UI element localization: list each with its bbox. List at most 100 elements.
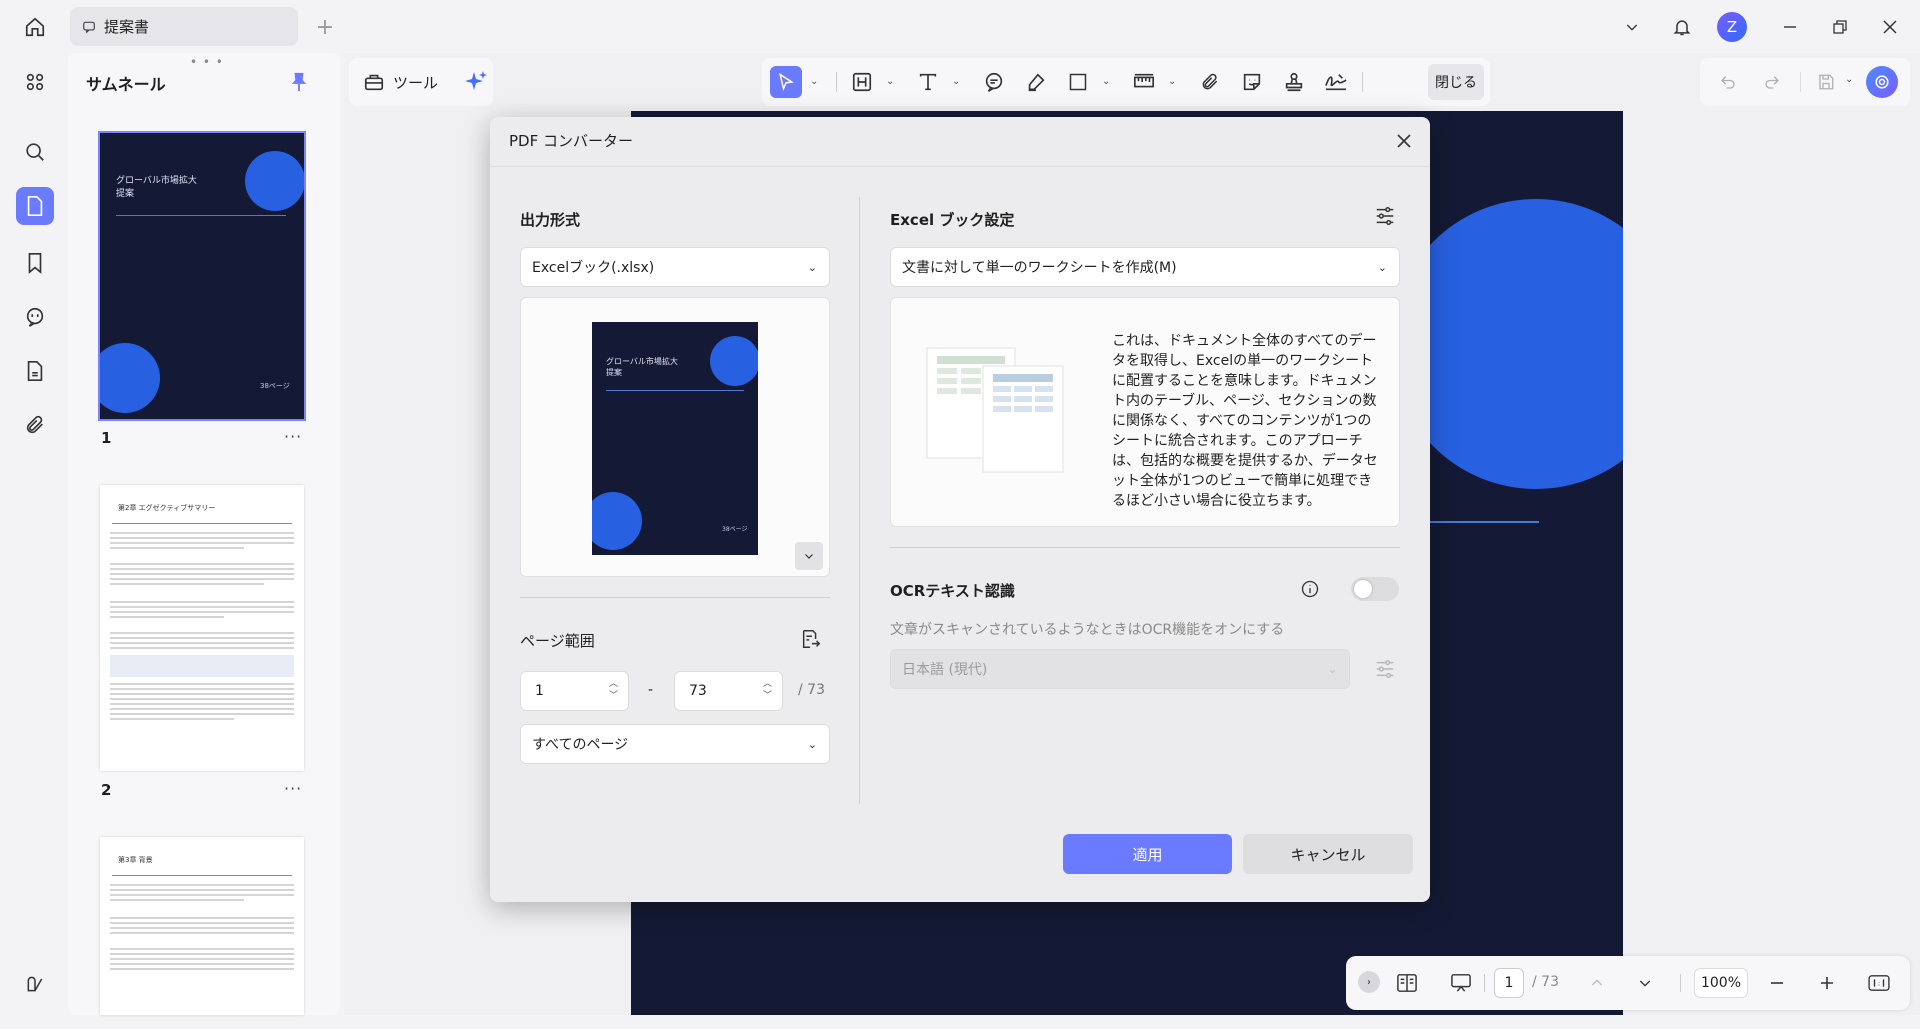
new-tab-button[interactable]: + [310,12,340,42]
heading-tool[interactable] [846,66,878,98]
notifications-button[interactable] [1660,5,1704,49]
pin-button[interactable] [284,67,314,97]
save-icon [1819,74,1834,90]
thumbnail-more-button[interactable]: ··· [284,779,302,798]
thumbnail-more-button[interactable]: ··· [284,427,302,446]
ai-button[interactable] [462,68,490,96]
ocr-settings-button[interactable] [1370,654,1400,684]
stamp-icon [1285,72,1303,92]
page-range-options-button[interactable] [796,624,826,654]
actual-size-icon [1868,975,1890,991]
thumbnail-page-3[interactable]: 第3章 背景 [100,837,304,1015]
paperclip-icon [1202,73,1218,90]
dropdown-button[interactable] [1610,5,1654,49]
page-subset-select[interactable]: すべてのページ ⌄ [520,724,830,764]
stepper-arrows[interactable]: ︿ ﹀ [609,678,618,702]
thumb-rule [116,215,286,216]
redo-button[interactable] [1758,68,1786,96]
minus-icon [1771,982,1783,984]
pin-icon [291,72,307,92]
save-button[interactable] [1812,68,1840,96]
output-format-label: 出力形式 [520,211,581,229]
excel-settings-label: Excel ブック設定 [890,211,1015,229]
zoom-in-button[interactable] [1814,968,1840,998]
minimize-button[interactable] [1768,5,1812,49]
bookmarks-button[interactable] [16,244,54,282]
attach-tool[interactable] [1194,66,1226,98]
spreadsheet-icon [926,347,1064,473]
present-button[interactable] [1444,968,1478,998]
page-from-value: 1 [535,683,544,699]
close-window-button[interactable] [1868,5,1912,49]
apply-button[interactable]: 適用 [1063,834,1232,874]
home-icon [25,17,45,37]
thumbnail-page-number: 1 [101,429,112,447]
tools-button[interactable]: ツール [363,71,438,93]
thumbnails-button[interactable] [16,187,54,225]
preview-expand-button[interactable] [795,542,823,570]
excel-settings-button[interactable] [1370,201,1400,231]
thumb-footer: 38ページ [260,382,290,390]
comments-button[interactable] [16,298,54,336]
output-format-select[interactable]: Excelブック(.xlsx) ⌄ [520,247,830,287]
panel-grip[interactable]: • • • [190,55,224,69]
page-to-value: 73 [689,683,707,699]
thumbnail-page-2[interactable]: 第2章 エグゼクティブサマリー [100,485,304,771]
chevron-down-icon[interactable]: ⌄ [810,76,818,87]
chevron-down-icon[interactable]: ⌄ [886,76,894,87]
redo-icon [1765,76,1779,89]
measure-tool[interactable] [1128,66,1160,98]
page-to-input[interactable]: 73 ︿ ﹀ [674,671,783,711]
close-icon [1397,134,1411,148]
thumbnail-page-1[interactable]: グローバル市場拡大 提案 38ページ [98,131,306,421]
page-number-input[interactable]: 1 [1494,968,1524,998]
worksheet-mode-select[interactable]: 文書に対して単一のワークシートを作成(M) ⌄ [890,247,1400,287]
chevron-down-icon[interactable]: ⌄ [1845,74,1853,85]
page-swap-icon [802,630,821,648]
search-button[interactable] [16,133,54,171]
comment-icon [83,21,95,34]
text-tool[interactable] [912,66,944,98]
close-tool-button[interactable]: 閉じる [1428,64,1484,100]
page-layout-button[interactable] [1390,968,1424,998]
tab-title: 提案書 [104,18,150,36]
settings-panel-button[interactable] [16,965,54,1003]
forms-button[interactable] [16,352,54,390]
home-button[interactable] [18,12,52,42]
shape-tool[interactable] [1062,66,1094,98]
section-divider [520,597,830,598]
cancel-button[interactable]: キャンセル [1243,834,1413,874]
highlight-tool[interactable] [1020,66,1052,98]
marker-icon [1028,73,1045,92]
document-tab[interactable]: 提案書 [70,7,298,46]
comment-tool[interactable] [978,66,1010,98]
dialog-close-button[interactable] [1390,127,1418,155]
preview-rule [606,390,744,391]
signature-tool[interactable] [1320,66,1352,98]
select-tool[interactable] [770,66,802,98]
attachments-button[interactable] [16,406,54,444]
sticker-tool[interactable] [1236,66,1268,98]
prev-page-button[interactable] [1584,968,1610,998]
zoom-out-button[interactable] [1764,968,1790,998]
ocr-info-button[interactable] [1298,577,1322,601]
ocr-language-select[interactable]: 日本語 (現代) ⌄ [890,649,1350,689]
collapse-button[interactable]: › [1358,971,1380,993]
restore-button[interactable] [1818,5,1862,49]
ocr-toggle[interactable] [1351,577,1399,601]
minimize-icon [1784,25,1796,28]
actual-size-button[interactable] [1864,968,1894,998]
page-from-input[interactable]: 1 ︿ ﹀ [520,671,629,711]
stamp-tool[interactable] [1278,66,1310,98]
chevron-down-icon[interactable]: ⌄ [1168,76,1176,87]
chevron-down-icon[interactable]: ⌄ [952,76,960,87]
next-page-button[interactable] [1632,968,1658,998]
undo-button[interactable] [1714,68,1742,96]
apps-button[interactable] [16,63,54,101]
avatar-button[interactable]: Z [1710,5,1754,49]
zoom-level[interactable]: 100% [1694,968,1748,998]
preview-circle [710,336,758,386]
chevron-down-icon[interactable]: ⌄ [1102,76,1110,87]
assistant-button[interactable] [1866,66,1898,98]
stepper-arrows[interactable]: ︿ ﹀ [763,678,772,702]
